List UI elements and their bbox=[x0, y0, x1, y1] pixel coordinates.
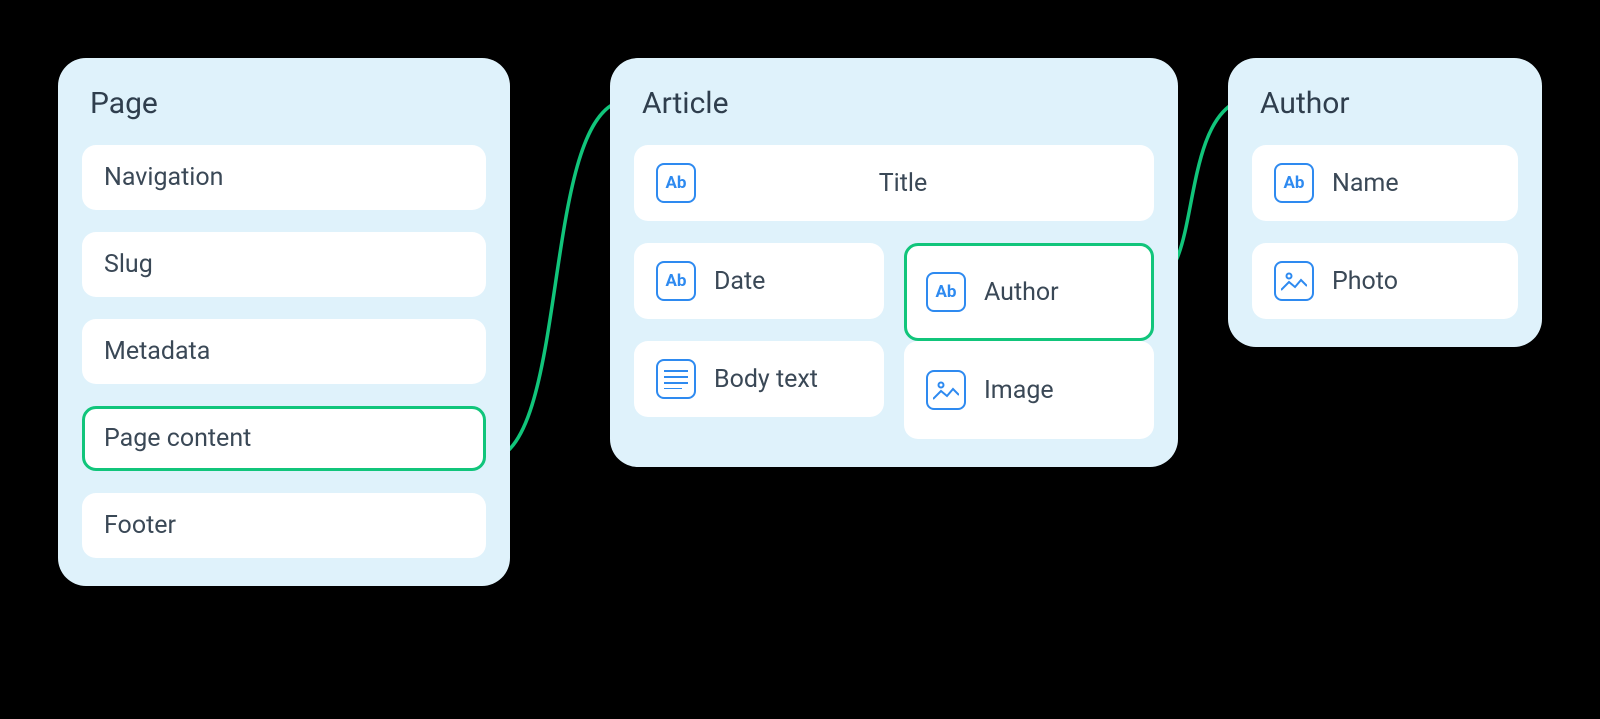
card-article: Article Ab Title Ab Date Ab Author Body … bbox=[610, 58, 1178, 467]
card-article-title: Article bbox=[642, 86, 1154, 121]
field-article-date-label: Date bbox=[714, 267, 862, 296]
field-article-date: Ab Date bbox=[634, 243, 884, 319]
field-page-content: Page content bbox=[82, 406, 486, 471]
text-icon: Ab bbox=[656, 261, 696, 301]
field-metadata-label: Metadata bbox=[104, 337, 464, 366]
field-article-image-label: Image bbox=[984, 376, 1132, 405]
card-author-title: Author bbox=[1260, 86, 1518, 121]
field-navigation-label: Navigation bbox=[104, 163, 464, 192]
field-slug: Slug bbox=[82, 232, 486, 297]
field-article-body-label: Body text bbox=[714, 365, 862, 394]
field-article-author: Ab Author bbox=[904, 243, 1154, 341]
field-author-name: Ab Name bbox=[1252, 145, 1518, 221]
text-icon: Ab bbox=[926, 272, 966, 312]
field-author-name-label: Name bbox=[1332, 169, 1496, 198]
field-author-photo-label: Photo bbox=[1332, 267, 1496, 296]
field-navigation: Navigation bbox=[82, 145, 486, 210]
field-page-content-label: Page content bbox=[104, 424, 464, 453]
field-footer: Footer bbox=[82, 493, 486, 558]
image-icon bbox=[926, 370, 966, 410]
field-footer-label: Footer bbox=[104, 511, 464, 540]
card-page: Page Navigation Slug Metadata Page conte… bbox=[58, 58, 510, 586]
field-article-title-label: Title bbox=[714, 169, 1132, 198]
field-author-photo: Photo bbox=[1252, 243, 1518, 319]
text-icon: Ab bbox=[656, 163, 696, 203]
field-slug-label: Slug bbox=[104, 250, 464, 279]
field-article-title: Ab Title bbox=[634, 145, 1154, 221]
image-icon bbox=[1274, 261, 1314, 301]
field-article-image: Image bbox=[904, 341, 1154, 439]
field-article-author-label: Author bbox=[984, 278, 1132, 307]
text-icon: Ab bbox=[1274, 163, 1314, 203]
field-article-body: Body text bbox=[634, 341, 884, 417]
card-page-title: Page bbox=[90, 86, 486, 121]
body-text-icon bbox=[656, 359, 696, 399]
card-author: Author Ab Name Photo bbox=[1228, 58, 1542, 347]
field-metadata: Metadata bbox=[82, 319, 486, 384]
